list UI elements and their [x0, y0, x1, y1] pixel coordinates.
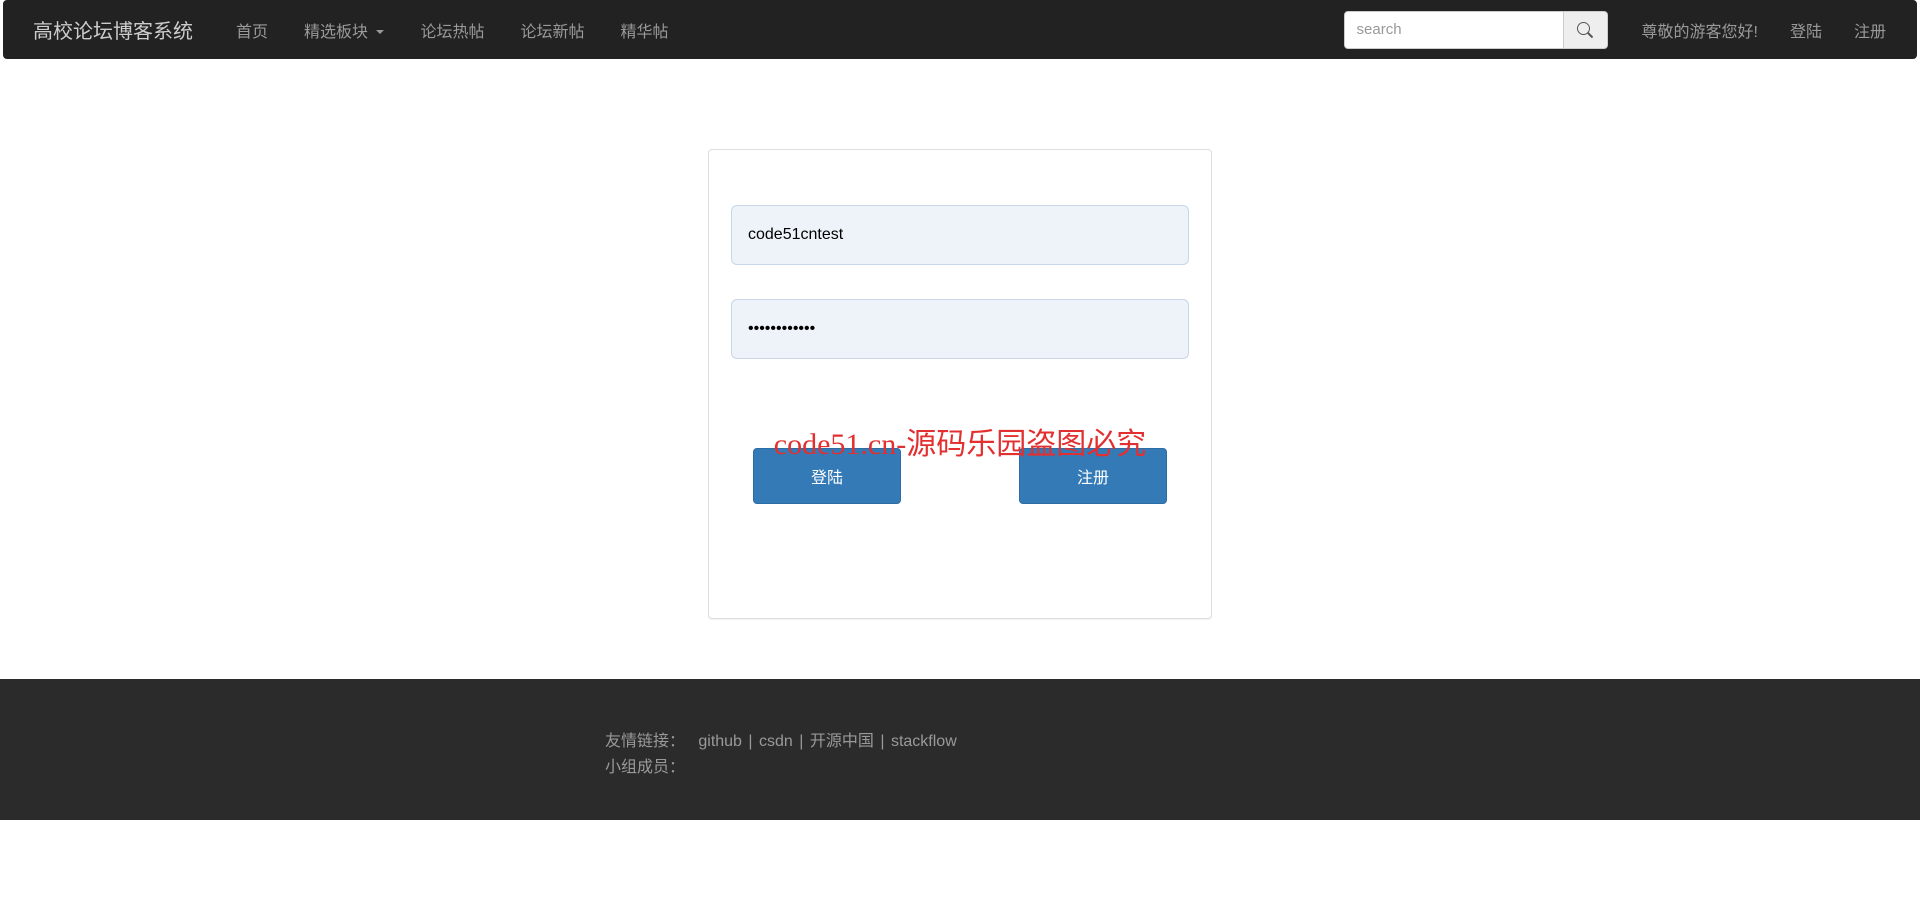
footer-link-stackflow[interactable]: stackflow: [891, 733, 957, 750]
footer-links-row: 友情链接： github | csdn | 开源中国 | stackflow: [605, 729, 1920, 755]
nav-home[interactable]: 首页: [218, 3, 286, 57]
nav-menu: 首页 精选板块 论坛热帖 论坛新帖 精华帖: [218, 3, 687, 57]
register-button[interactable]: 注册: [1019, 448, 1167, 504]
footer-links-label: 友情链接：: [605, 733, 685, 750]
footer-team-label: 小组成员：: [605, 755, 1920, 781]
main-content: 登陆 注册 code51.cn-源码乐园盗图必究: [0, 59, 1920, 619]
navbar-right: 尊敬的游客您好! 登陆 注册: [1344, 3, 1902, 57]
nav-login-link[interactable]: 登陆: [1774, 3, 1838, 57]
search-icon: [1577, 22, 1593, 38]
nav-register-link[interactable]: 注册: [1838, 3, 1902, 57]
password-input[interactable]: [731, 299, 1189, 359]
footer-content: 友情链接： github | csdn | 开源中国 | stackflow 小…: [0, 729, 1920, 780]
button-row: 登陆 注册: [731, 448, 1189, 504]
search-input[interactable]: [1344, 11, 1564, 49]
navbar: 高校论坛博客系统 首页 精选板块 论坛热帖 论坛新帖 精华帖 尊敬的游客您好! …: [3, 0, 1917, 59]
login-panel: 登陆 注册: [708, 149, 1212, 619]
username-input[interactable]: [731, 205, 1189, 265]
search-button[interactable]: [1564, 11, 1608, 49]
nav-featured-dropdown[interactable]: 精选板块: [286, 3, 402, 57]
chevron-down-icon: [376, 30, 384, 34]
footer-link-github[interactable]: github: [698, 733, 742, 750]
navbar-right-links: 尊敬的游客您好! 登陆 注册: [1626, 3, 1902, 57]
guest-greeting[interactable]: 尊敬的游客您好!: [1626, 3, 1774, 57]
footer-link-oschina[interactable]: 开源中国: [810, 733, 874, 750]
navbar-brand[interactable]: 高校论坛博客系统: [18, 0, 208, 59]
nav-hot-posts[interactable]: 论坛热帖: [402, 3, 502, 57]
nav-new-posts[interactable]: 论坛新帖: [503, 3, 603, 57]
footer-link-csdn[interactable]: csdn: [759, 733, 793, 750]
search-form: [1344, 11, 1608, 49]
nav-featured-posts[interactable]: 精华帖: [603, 3, 687, 57]
footer: 友情链接： github | csdn | 开源中国 | stackflow 小…: [0, 679, 1920, 820]
login-button[interactable]: 登陆: [753, 448, 901, 504]
